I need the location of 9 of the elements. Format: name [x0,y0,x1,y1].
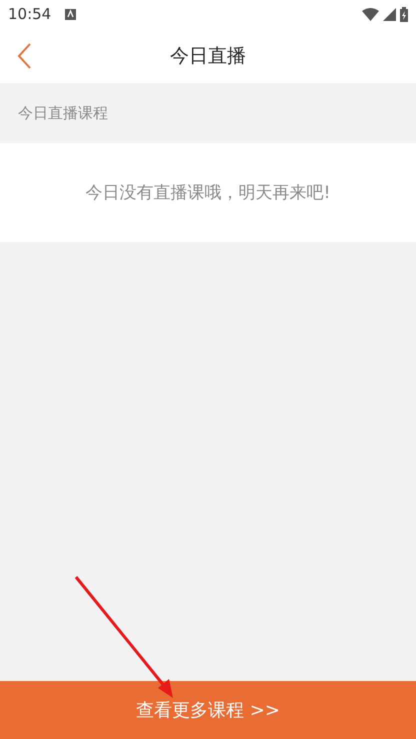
more-courses-button[interactable]: 查看更多课程 >> [0,681,416,739]
signal-icon [383,8,396,20]
page-title: 今日直播 [170,44,246,68]
notification-icon [65,8,76,20]
status-time: 10:54 [8,5,52,23]
empty-message: 今日没有直播课哦，明天再来吧! [86,182,330,204]
battery-icon [400,6,408,22]
wifi-icon [362,8,379,20]
section-title: 今日直播课程 [18,104,108,122]
